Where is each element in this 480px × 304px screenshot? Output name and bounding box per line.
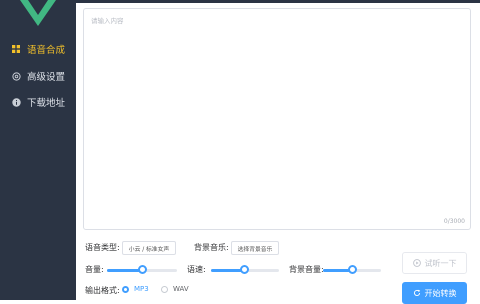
volume-label: 音量: <box>85 265 104 274</box>
top-bar <box>76 0 480 3</box>
vue-logo <box>20 0 56 26</box>
speed-slider[interactable] <box>211 265 279 275</box>
bg-music-label: 背景音乐: <box>194 243 229 252</box>
sidebar-item-label: 语音合成 <box>27 45 66 56</box>
sidebar-item-label: 高级设置 <box>27 72 66 83</box>
gear-icon <box>11 71 21 81</box>
preview-button-label: 试听一下 <box>424 258 457 268</box>
output-format-label: 输出格式: <box>85 286 120 295</box>
radio-dot <box>122 285 129 293</box>
start-convert-button[interactable]: 开始转换 <box>402 282 467 304</box>
slider-thumb[interactable] <box>348 265 358 274</box>
speed-label: 语速: <box>187 265 206 274</box>
convert-button-label: 开始转换 <box>424 288 457 298</box>
voice-type-select[interactable]: 小云 / 标准女声 <box>122 241 176 255</box>
radio-dot <box>161 285 168 293</box>
radio-label: MP3 <box>134 285 149 293</box>
sidebar: 语音合成 高级设置 下载地址 <box>0 0 76 300</box>
text-input-placeholder: 请输入内容 <box>91 17 124 25</box>
sidebar-item-download-address[interactable]: 下载地址 <box>0 91 76 113</box>
preview-button[interactable]: 试听一下 <box>402 252 467 274</box>
grid-icon <box>11 44 21 54</box>
slider-thumb[interactable] <box>137 265 147 274</box>
radio-label: WAV <box>173 285 189 293</box>
refresh-icon <box>413 289 421 297</box>
format-radio-wav[interactable]: WAV <box>161 285 189 293</box>
sidebar-item-label: 下载地址 <box>27 98 66 109</box>
character-counter: 0/3000 <box>443 218 465 225</box>
slider-thumb[interactable] <box>240 265 249 274</box>
play-circle-icon <box>412 259 421 267</box>
sidebar-item-advanced-settings[interactable]: 高级设置 <box>0 65 76 87</box>
sidebar-item-speech-synthesis[interactable]: 语音合成 <box>0 38 76 60</box>
bg-volume-slider[interactable] <box>323 265 381 275</box>
select-bg-music-button[interactable]: 选择背景音乐 <box>231 241 279 255</box>
voice-type-label: 语音类型: <box>85 243 120 252</box>
volume-slider[interactable] <box>107 265 177 275</box>
format-radio-mp3[interactable]: MP3 <box>122 285 149 293</box>
info-icon <box>11 97 21 107</box>
bg-volume-label: 背景音量: <box>289 265 324 274</box>
text-input-area[interactable]: 请输入内容 0/3000 <box>83 8 471 230</box>
